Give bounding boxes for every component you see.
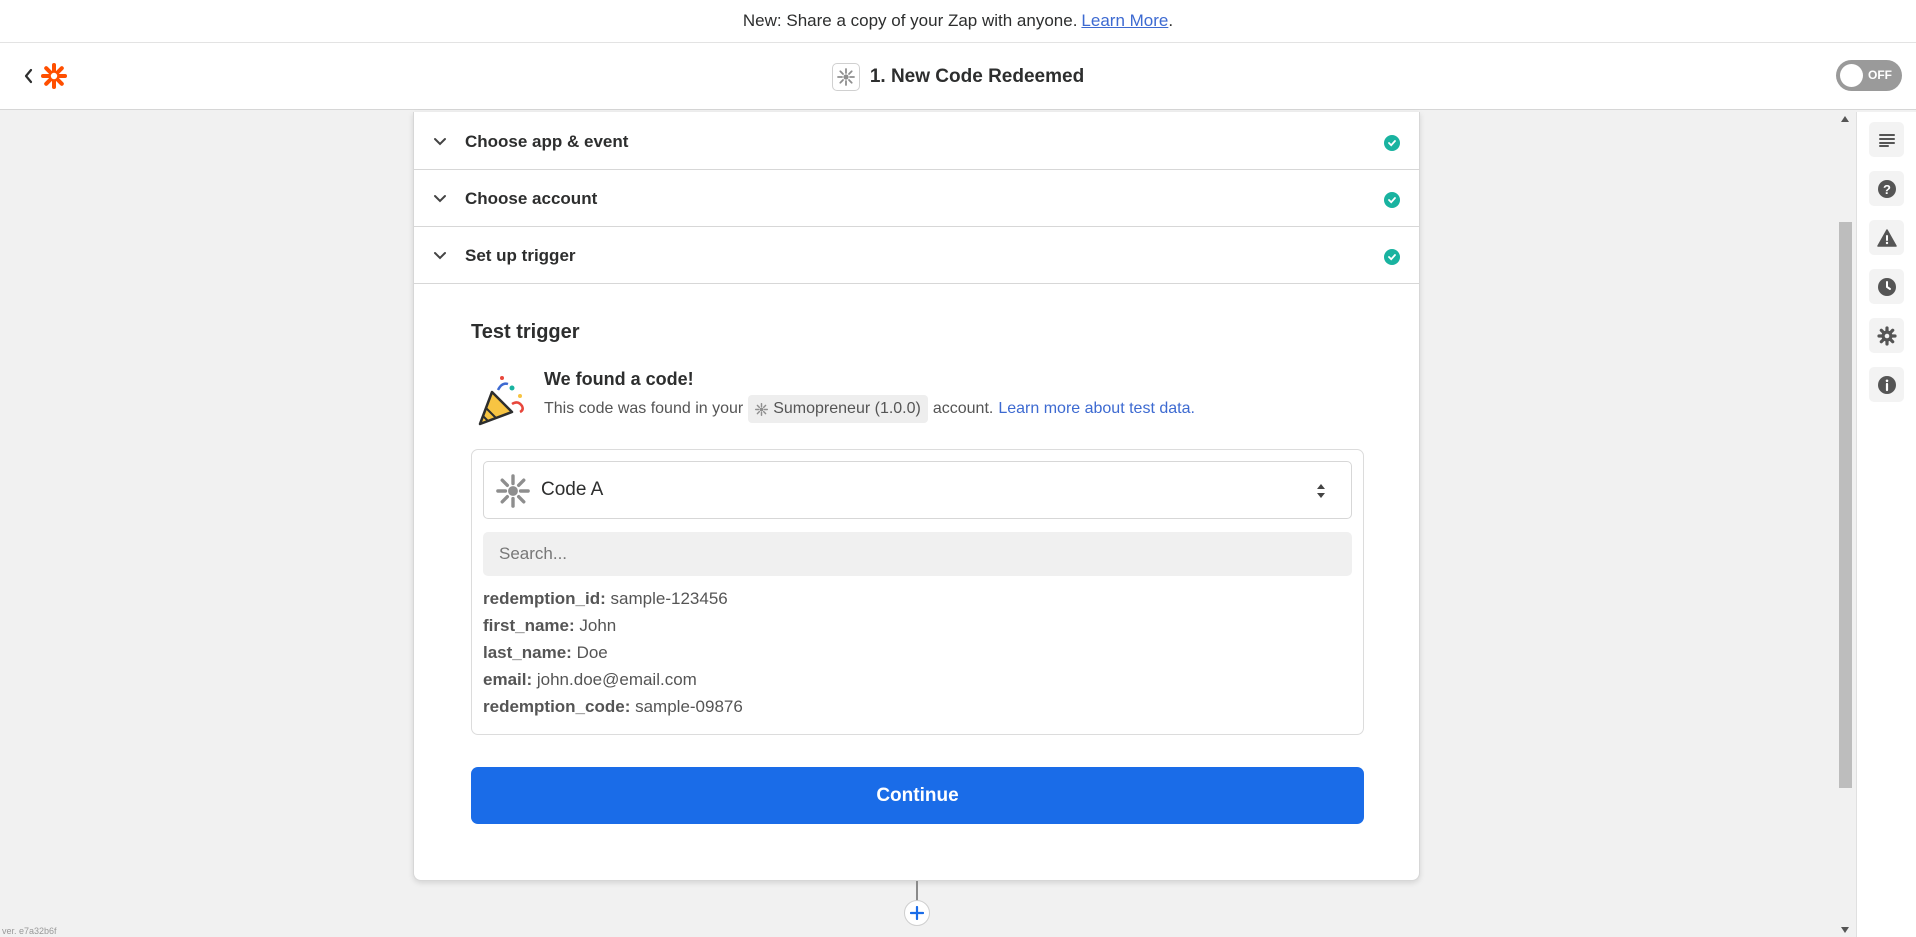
field-row: first_name: John — [483, 616, 743, 643]
warning-icon — [1876, 228, 1897, 247]
editor-header: 1. New Code Redeemed OFF — [0, 43, 1916, 110]
field-row: redemption_id: sample-123456 — [483, 589, 743, 616]
zap-on-off-toggle[interactable]: OFF — [1836, 60, 1902, 91]
settings-icon — [1876, 325, 1897, 346]
banner-period: . — [1168, 11, 1174, 30]
scroll-thumb[interactable] — [1839, 222, 1852, 788]
record-fields: redemption_id: sample-123456 first_name:… — [483, 589, 743, 724]
found-code-heading: We found a code! — [544, 369, 694, 389]
info-icon — [1877, 375, 1896, 394]
check-circle-icon — [1384, 192, 1400, 208]
field-key: email: — [483, 670, 533, 689]
sort-arrows-icon — [1317, 484, 1325, 498]
vertical-scrollbar[interactable] — [1836, 112, 1854, 937]
check-circle-icon — [1384, 135, 1400, 151]
announcement-banner: New: Share a copy of your Zap with anyon… — [0, 0, 1916, 43]
test-results-panel: Code A redemption_id: sample-123456 firs… — [471, 449, 1364, 735]
version-label: ver. e7a32b6f — [2, 926, 57, 936]
continue-button[interactable]: Continue — [471, 767, 1364, 824]
field-value: john.doe@email.com — [536, 670, 697, 689]
zap-title-area: 1. New Code Redeemed — [0, 43, 1916, 110]
add-step-button[interactable] — [904, 900, 930, 926]
selected-record-label: Code A — [541, 479, 604, 500]
zap-title[interactable]: 1. New Code Redeemed — [870, 66, 1084, 88]
field-row: redemption_code: sample-09876 — [483, 697, 743, 724]
sun-gear-icon — [836, 67, 855, 86]
account-name: Sumopreneur (1.0.0) — [773, 400, 921, 417]
help-icon: ? — [1877, 179, 1896, 198]
section-set-up-trigger[interactable]: Set up trigger — [414, 228, 1419, 284]
test-trigger-heading: Test trigger — [471, 321, 580, 343]
scroll-up-arrow-icon[interactable] — [1841, 116, 1849, 122]
field-key: redemption_code: — [483, 697, 631, 716]
banner-learn-more-link[interactable]: Learn More — [1081, 11, 1168, 31]
section-label: Set up trigger — [465, 245, 576, 265]
toggle-label: OFF — [1868, 68, 1892, 82]
sun-gear-icon — [496, 474, 530, 508]
account-pill: Sumopreneur (1.0.0) — [748, 395, 928, 423]
description-prefix: This code was found in your — [544, 400, 744, 417]
help-button[interactable]: ? — [1869, 171, 1904, 206]
right-sidebar: ? — [1856, 112, 1916, 937]
history-button[interactable] — [1869, 269, 1904, 304]
record-selector[interactable]: Code A — [483, 461, 1352, 519]
trigger-step-card: Choose app & event Choose account Set up… — [413, 112, 1420, 881]
scroll-down-arrow-icon[interactable] — [1841, 927, 1849, 933]
svg-text:?: ? — [1883, 182, 1891, 197]
section-label: Choose app & event — [465, 131, 629, 151]
field-key: first_name: — [483, 616, 575, 635]
section-choose-account[interactable]: Choose account — [414, 171, 1419, 227]
field-key: last_name: — [483, 643, 572, 662]
toggle-knob — [1840, 64, 1863, 87]
check-circle-icon — [1384, 249, 1400, 265]
banner-text: New: Share a copy of your Zap with anyon… — [742, 11, 1078, 30]
settings-button[interactable] — [1869, 318, 1904, 353]
search-input[interactable] — [483, 532, 1352, 576]
chevron-down-icon — [434, 138, 446, 146]
field-value: John — [579, 616, 617, 635]
found-code-description: This code was found in your Sumopreneur … — [544, 393, 1195, 425]
section-choose-app-event[interactable]: Choose app & event — [414, 114, 1419, 170]
field-value: Doe — [576, 643, 608, 662]
chevron-down-icon — [434, 195, 446, 203]
field-key: redemption_id: — [483, 589, 606, 608]
chevron-down-icon — [434, 252, 446, 260]
app-icon — [831, 62, 860, 91]
info-button[interactable] — [1869, 367, 1904, 402]
field-row: email: john.doe@email.com — [483, 670, 743, 697]
party-popper-icon — [478, 376, 524, 426]
warnings-button[interactable] — [1869, 220, 1904, 255]
plus-icon — [910, 906, 924, 920]
outline-icon — [1878, 133, 1895, 147]
field-row: last_name: Doe — [483, 643, 743, 670]
field-value: sample-123456 — [610, 589, 728, 608]
section-label: Choose account — [465, 188, 598, 208]
description-suffix: account. — [932, 400, 994, 417]
field-value: sample-09876 — [635, 697, 743, 716]
sun-gear-icon — [755, 402, 769, 416]
outline-button[interactable] — [1869, 122, 1904, 157]
history-icon — [1877, 277, 1896, 296]
learn-more-test-data-link[interactable]: Learn more about test data. — [998, 400, 1195, 418]
